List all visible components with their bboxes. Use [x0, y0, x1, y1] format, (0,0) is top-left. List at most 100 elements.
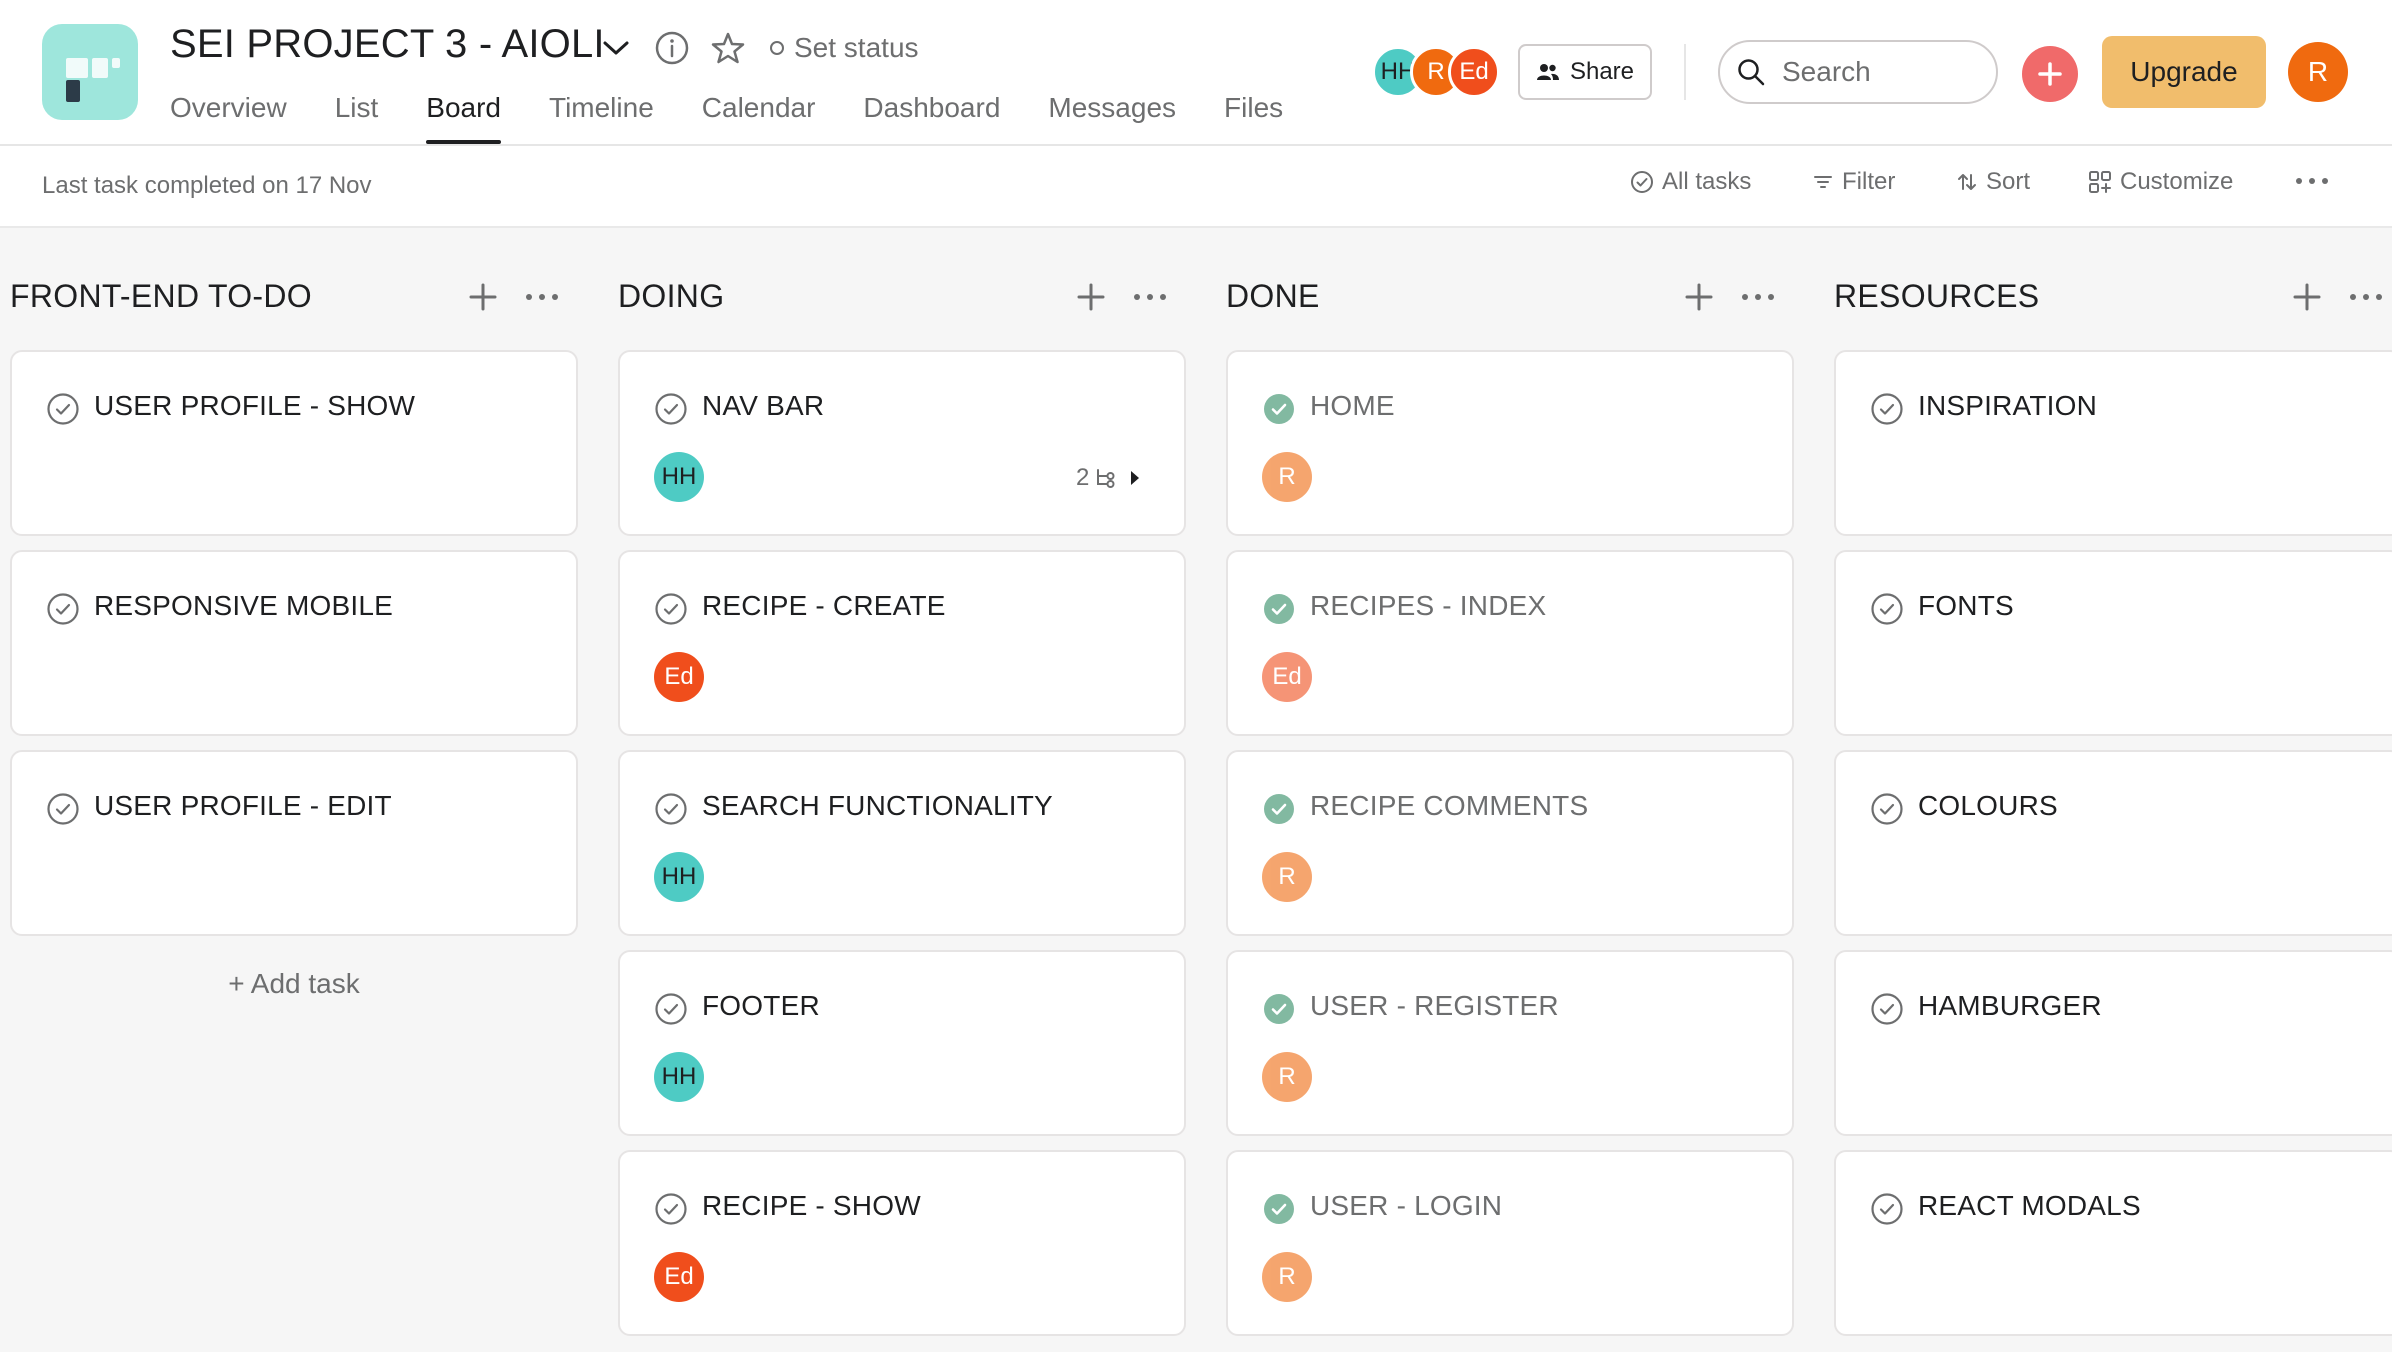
completed-check-icon[interactable]: [1262, 392, 1296, 426]
check-circle-icon[interactable]: [1870, 592, 1904, 626]
filter-button[interactable]: Filter: [1812, 168, 1895, 196]
check-circle-icon[interactable]: [1870, 792, 1904, 826]
search-input[interactable]: [1780, 55, 1974, 89]
sort-button[interactable]: Sort: [1956, 168, 2030, 196]
task-card[interactable]: SEARCH FUNCTIONALITY HH: [618, 750, 1186, 936]
people-icon: [1536, 62, 1560, 82]
tab-board[interactable]: Board: [426, 88, 501, 144]
column-front-end-to-do: FRONT-END TO-DO USER PROFILE - SHOW RESP…: [10, 228, 578, 1352]
caret-right-icon: [1129, 469, 1141, 487]
add-task-plus-icon[interactable]: [1684, 282, 1714, 312]
column-title[interactable]: FRONT-END TO-DO: [10, 278, 312, 315]
check-circle-icon[interactable]: [654, 792, 688, 826]
search-box[interactable]: [1718, 40, 1998, 104]
task-card[interactable]: FONTS: [1834, 550, 2392, 736]
check-circle-icon[interactable]: [46, 392, 80, 426]
customize-button[interactable]: Customize: [2088, 168, 2233, 196]
project-board-icon[interactable]: [42, 24, 138, 120]
task-card[interactable]: USER - REGISTER R: [1226, 950, 1794, 1136]
task-card[interactable]: RECIPE COMMENTS R: [1226, 750, 1794, 936]
check-circle-icon[interactable]: [46, 592, 80, 626]
task-name: INSPIRATION: [1918, 390, 2098, 421]
column-title[interactable]: RESOURCES: [1834, 278, 2039, 315]
task-card[interactable]: USER - LOGIN R: [1226, 1150, 1794, 1336]
task-name: HAMBURGER: [1918, 990, 2102, 1021]
task-card[interactable]: HAMBURGER: [1834, 950, 2392, 1136]
all-tasks-button[interactable]: All tasks: [1630, 168, 1751, 196]
task-name: USER - REGISTER: [1310, 990, 1559, 1021]
column-more-icon[interactable]: [1740, 282, 1776, 312]
member-avatar-ed[interactable]: Ed: [1448, 46, 1500, 98]
user-avatar[interactable]: R: [2288, 42, 2348, 102]
assignee-avatar[interactable]: Ed: [654, 1252, 704, 1302]
check-circle-icon[interactable]: [654, 992, 688, 1026]
task-card[interactable]: RECIPE - CREATE Ed: [618, 550, 1186, 736]
star-icon[interactable]: [710, 30, 746, 66]
assignee-avatar[interactable]: HH: [654, 1052, 704, 1102]
task-card[interactable]: NAV BAR HH 2: [618, 350, 1186, 536]
tab-dashboard[interactable]: Dashboard: [863, 88, 1000, 144]
project-members[interactable]: HH R Ed: [1372, 46, 1502, 98]
check-circle-icon[interactable]: [46, 792, 80, 826]
tab-files[interactable]: Files: [1224, 88, 1283, 144]
project-title[interactable]: SEI PROJECT 3 - AIOLI: [170, 22, 605, 67]
column-more-icon[interactable]: [1132, 282, 1168, 312]
completed-check-icon[interactable]: [1262, 1192, 1296, 1226]
check-circle-icon[interactable]: [1870, 992, 1904, 1026]
column-more-icon[interactable]: [524, 282, 560, 312]
column-title[interactable]: DONE: [1226, 278, 1320, 315]
check-circle-icon[interactable]: [654, 1192, 688, 1226]
task-card[interactable]: USER PROFILE - SHOW: [10, 350, 578, 536]
tab-calendar[interactable]: Calendar: [702, 88, 816, 144]
subtask-count[interactable]: 2: [1076, 464, 1141, 492]
completed-check-icon[interactable]: [1262, 592, 1296, 626]
tab-timeline[interactable]: Timeline: [549, 88, 654, 144]
assignee-avatar[interactable]: R: [1262, 1052, 1312, 1102]
task-card[interactable]: INSPIRATION: [1834, 350, 2392, 536]
add-task-plus-icon[interactable]: [468, 282, 498, 312]
check-circle-icon[interactable]: [1870, 1192, 1904, 1226]
task-card[interactable]: RECIPES - INDEX Ed: [1226, 550, 1794, 736]
upgrade-button[interactable]: Upgrade: [2102, 36, 2266, 108]
assignee-avatar[interactable]: R: [1262, 1252, 1312, 1302]
completed-check-icon[interactable]: [1262, 992, 1296, 1026]
assignee-avatar[interactable]: HH: [654, 452, 704, 502]
task-card[interactable]: RECIPE - SHOW Ed: [618, 1150, 1186, 1336]
task-card[interactable]: RESPONSIVE MOBILE: [10, 550, 578, 736]
task-card[interactable]: HOME R: [1226, 350, 1794, 536]
add-task-button[interactable]: + Add task: [10, 968, 578, 1000]
add-task-plus-icon[interactable]: [2292, 282, 2322, 312]
column-header: RESOURCES: [1834, 278, 2392, 322]
add-task-plus-icon[interactable]: [1076, 282, 1106, 312]
check-circle-icon[interactable]: [654, 592, 688, 626]
last-task-completed: Last task completed on 17 Nov: [42, 172, 372, 199]
set-status-button[interactable]: Set status: [770, 32, 919, 64]
assignee-avatar[interactable]: Ed: [654, 652, 704, 702]
check-circle-icon[interactable]: [1870, 392, 1904, 426]
assignee-avatar[interactable]: Ed: [1262, 652, 1312, 702]
chevron-down-icon[interactable]: [602, 38, 630, 58]
completed-check-icon[interactable]: [1262, 792, 1296, 826]
task-name: RECIPES - INDEX: [1310, 590, 1547, 621]
assignee-avatar[interactable]: HH: [654, 852, 704, 902]
assignee-avatar[interactable]: R: [1262, 452, 1312, 502]
share-label: Share: [1569, 58, 1635, 85]
column-more-icon[interactable]: [2348, 282, 2384, 312]
more-options-button[interactable]: [2294, 176, 2330, 186]
column-header: DONE: [1226, 278, 1794, 322]
info-icon[interactable]: [654, 30, 690, 66]
sort-label: Sort: [1986, 168, 2031, 195]
tab-list[interactable]: List: [335, 88, 379, 144]
task-card[interactable]: COLOURS: [1834, 750, 2392, 936]
task-card[interactable]: REACT MODALS: [1834, 1150, 2392, 1336]
quick-add-button[interactable]: [2022, 46, 2078, 102]
task-card[interactable]: USER PROFILE - EDIT: [10, 750, 578, 936]
column-header: FRONT-END TO-DO: [10, 278, 578, 322]
check-circle-icon[interactable]: [654, 392, 688, 426]
assignee-avatar[interactable]: R: [1262, 852, 1312, 902]
task-card[interactable]: FOOTER HH: [618, 950, 1186, 1136]
tab-messages[interactable]: Messages: [1048, 88, 1176, 144]
column-title[interactable]: DOING: [618, 278, 724, 315]
tab-overview[interactable]: Overview: [170, 88, 287, 144]
share-button[interactable]: Share: [1518, 44, 1652, 100]
